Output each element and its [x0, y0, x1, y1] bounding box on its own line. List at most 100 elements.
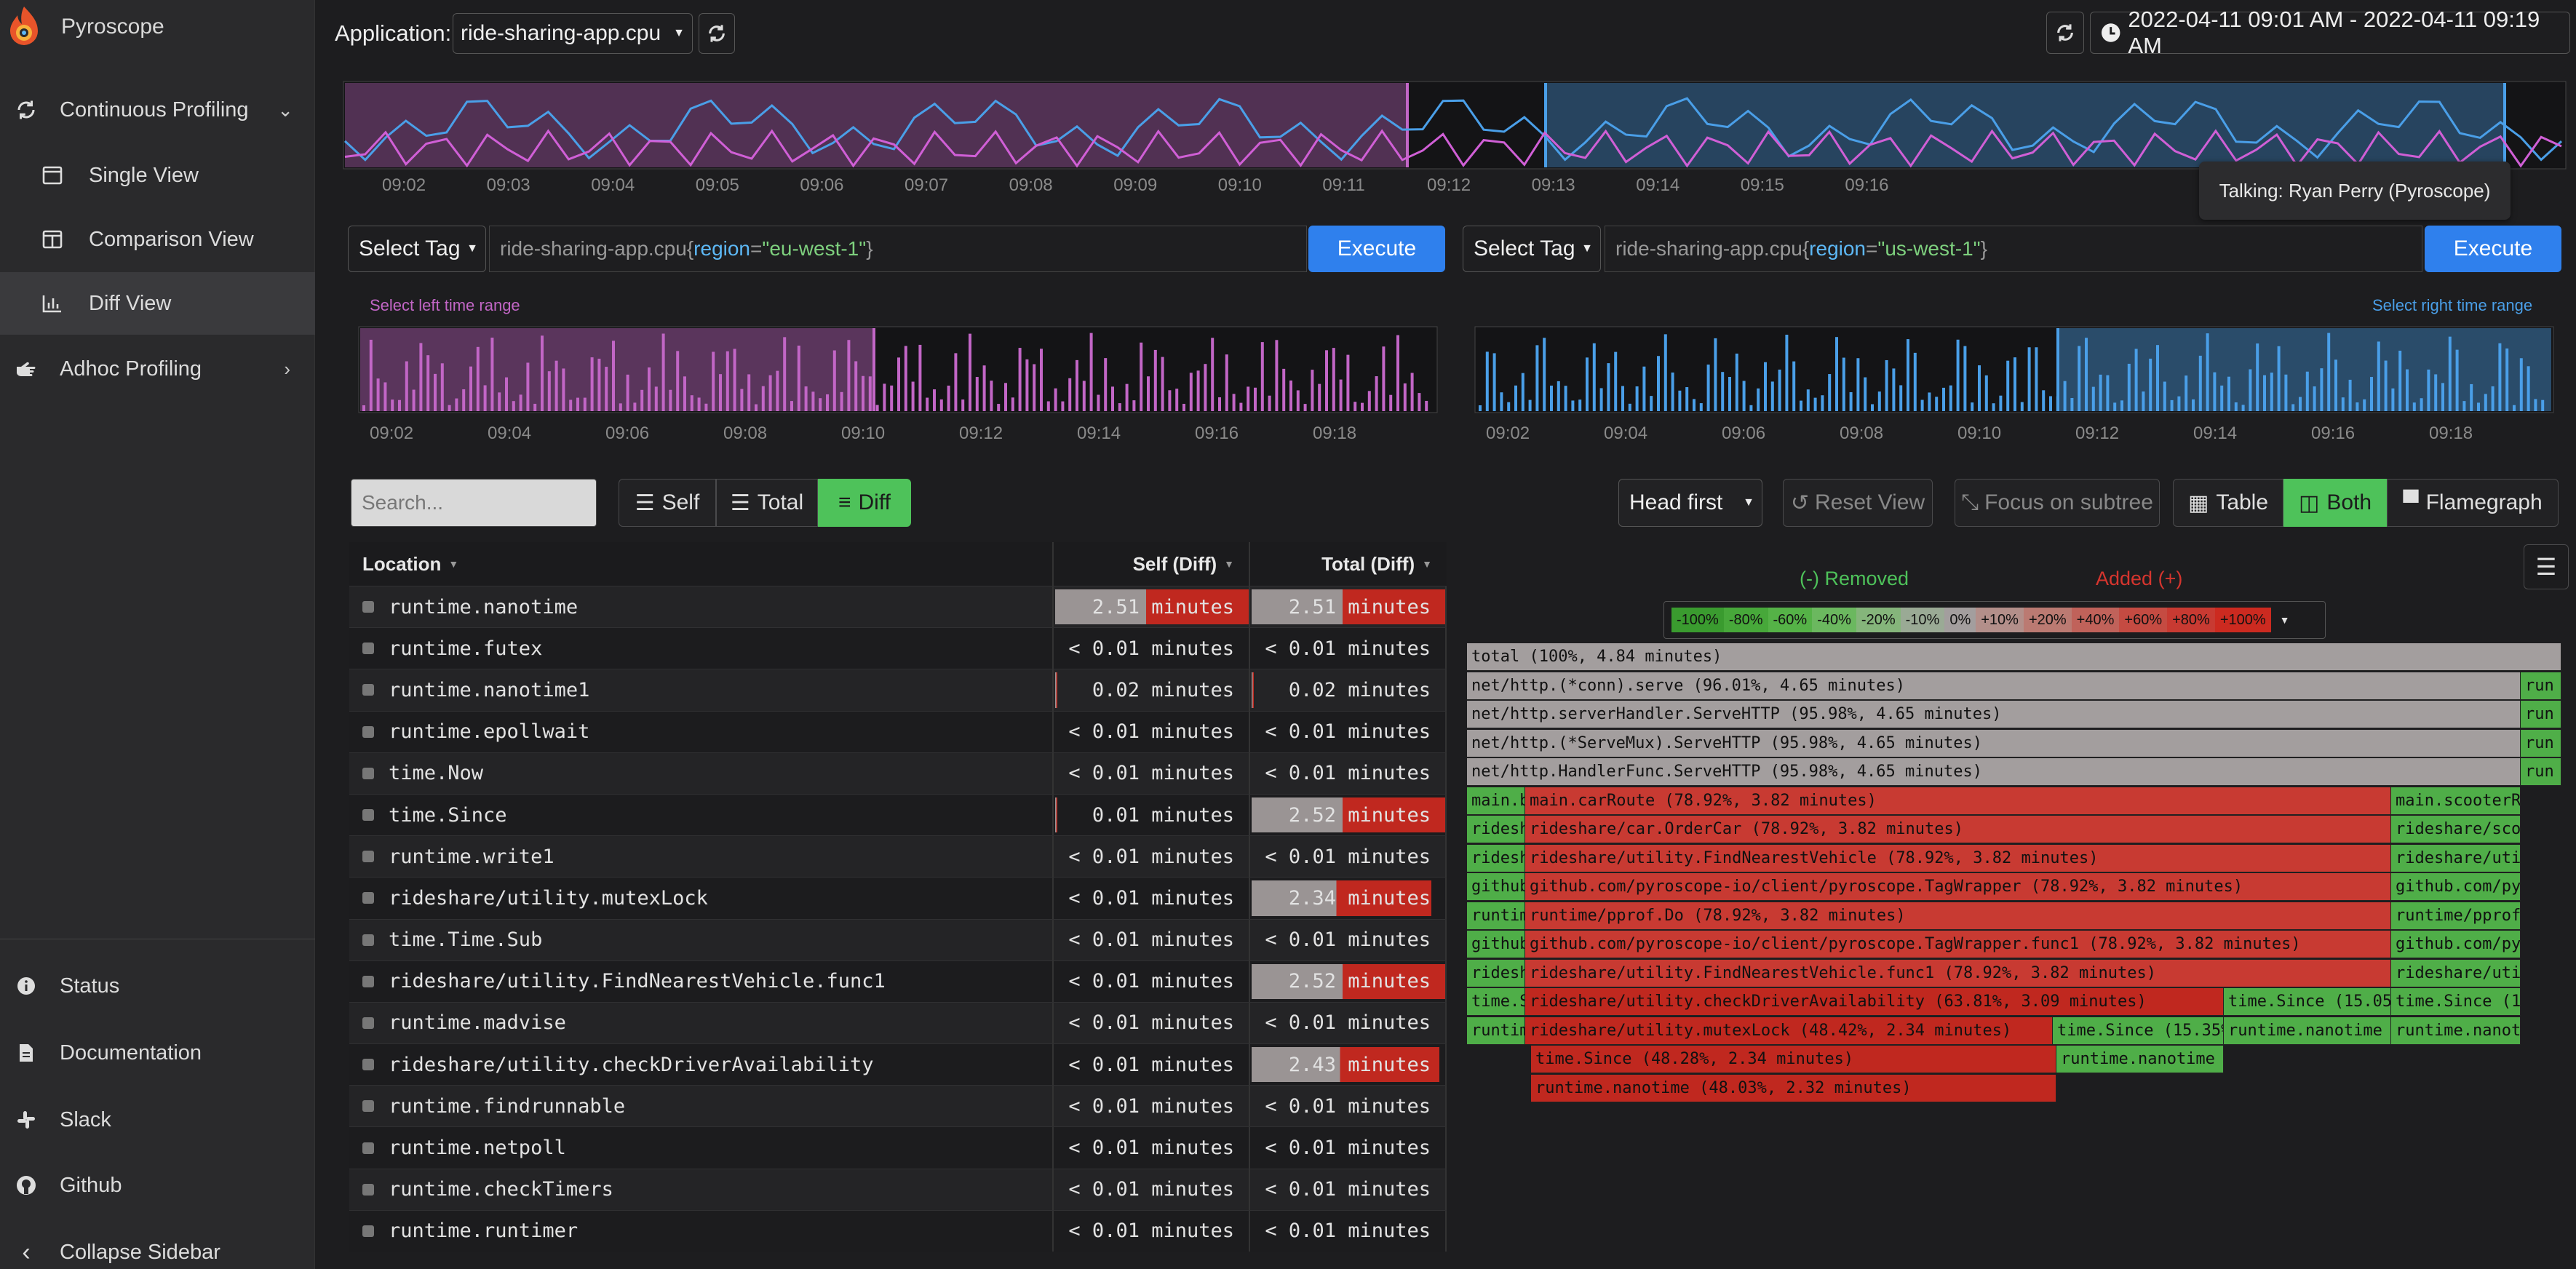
- reset-view-button[interactable]: ↺ Reset View: [1783, 479, 1933, 527]
- flamegraph-node[interactable]: main.b: [1467, 787, 1525, 815]
- table-row[interactable]: runtime.netpoll < 0.01 minutes < 0.01 minu…: [349, 1126, 1447, 1169]
- flamegraph-node[interactable]: runtim: [1467, 1017, 1525, 1045]
- sync-icon: [15, 98, 38, 122]
- flamegraph-node[interactable]: runtim: [1467, 902, 1525, 930]
- sidebar-item-continuous-profiling[interactable]: Continuous Profiling ⌄: [0, 79, 315, 141]
- flamegraph-node[interactable]: github: [1467, 873, 1525, 901]
- table-row[interactable]: time.Since 0.01 minutes 2.52 minutes: [349, 793, 1447, 836]
- flamegraph-node[interactable]: total (100%, 4.84 minutes): [1467, 643, 2561, 671]
- sidebar-item-slack[interactable]: Slack: [0, 1089, 315, 1151]
- flamegraph-node[interactable]: github.com/pyr: [2391, 873, 2521, 901]
- total-view-button[interactable]: ☰ Total: [716, 479, 818, 527]
- flamegraph-node[interactable]: net/http.HandlerFunc.ServeHTTP (95.98%, …: [1467, 758, 2521, 786]
- left-select-tag[interactable]: Select Tag ▼: [348, 226, 486, 272]
- flamegraph-node[interactable]: runtime.nanotime (: [2224, 1017, 2391, 1045]
- table-view-button[interactable]: ▦ Table: [2173, 479, 2283, 527]
- flamegraph-node[interactable]: time.Since (11: [2391, 988, 2521, 1016]
- sidebar-item-documentation[interactable]: Documentation: [0, 1022, 315, 1084]
- sidebar-item-github[interactable]: Github: [0, 1154, 315, 1217]
- flamegraph-node[interactable]: rideshare/utility.checkDriverAvailabilit…: [1525, 988, 2224, 1016]
- sidebar-item-diff-view[interactable]: Diff View: [0, 272, 315, 335]
- flamegraph-node[interactable]: runtime.nanotime (48.03%, 2.32 minutes): [1531, 1074, 2056, 1102]
- table-row[interactable]: rideshare/utility.checkDriverAvailabilit…: [349, 1043, 1447, 1086]
- flamegraph-node[interactable]: time.Since (15.35%: [2053, 1017, 2224, 1045]
- refresh-button[interactable]: [2046, 12, 2084, 54]
- time-range-picker[interactable]: 2022-04-11 09:01 AM - 2022-04-11 09:19 A…: [2090, 7, 2570, 58]
- flamegraph-node[interactable]: time.Since (15.05%: [2224, 988, 2391, 1016]
- flamegraph-node[interactable]: main.carRoute (78.92%, 3.82 minutes): [1525, 787, 2391, 815]
- table-row[interactable]: time.Now < 0.01 minutes < 0.01 minutes: [349, 752, 1447, 794]
- right-timeline[interactable]: 09:02 09:04 09:06 09:08 09:10 09:12 09:14 09:16…: [1474, 326, 2556, 450]
- flamegraph-node[interactable]: net/http.(*conn).serve (96.01%, 4.65 min…: [1467, 672, 2521, 700]
- column-header-location[interactable]: Location ▼: [349, 542, 1054, 586]
- table-row[interactable]: runtime.nanotime 2.51 minutes 2.51 minutes: [349, 586, 1447, 628]
- left-range-selection[interactable]: [360, 328, 874, 411]
- flamegraph-node[interactable]: github.com/pyroscope-io/client/pyroscope…: [1525, 931, 2391, 958]
- flamegraph-node[interactable]: runtime/pprof.Do (78.92%, 3.82 minutes): [1525, 902, 2391, 930]
- diff-view-button[interactable]: ≡ Diff: [818, 479, 911, 527]
- table-row[interactable]: runtime.write1 < 0.01 minutes < 0.01 minut…: [349, 835, 1447, 878]
- right-range-selection[interactable]: [2058, 328, 2551, 411]
- focus-subtree-button[interactable]: ⤡ Focus on subtree: [1955, 479, 2160, 527]
- search-input[interactable]: Search...: [351, 479, 597, 527]
- table-row[interactable]: runtime.futex < 0.01 minutes < 0.01 minute…: [349, 627, 1447, 669]
- flamegraph-node[interactable]: main.scooterRo: [2391, 787, 2521, 815]
- flamegraph-menu-button[interactable]: ☰: [2524, 544, 2569, 589]
- table-row[interactable]: runtime.findrunnable < 0.01 minutes < 0.01…: [349, 1085, 1447, 1127]
- refresh-apps-button[interactable]: [699, 13, 735, 54]
- flamegraph-node[interactable]: run: [2521, 729, 2561, 757]
- table-row[interactable]: runtime.runtimer < 0.01 minutes < 0.01 min…: [349, 1209, 1447, 1252]
- flamegraph-view-button[interactable]: ▀ Flamegraph: [2387, 479, 2559, 527]
- flamegraph[interactable]: total (100%, 4.84 minutes) net/http.(*con…: [1467, 643, 2561, 1109]
- table-row[interactable]: runtime.nanotime1 0.02 minutes 0.02 minute…: [349, 669, 1447, 711]
- column-header-total[interactable]: Total (Diff) ▼: [1250, 542, 1447, 586]
- both-view-button[interactable]: ◫ Both: [2283, 479, 2387, 527]
- application-select[interactable]: ride-sharing-app.cpu ▼: [453, 13, 693, 54]
- flamegraph-node[interactable]: runtime.nanotime (: [2056, 1046, 2224, 1073]
- flamegraph-node[interactable]: rideshare/util: [2391, 959, 2521, 987]
- flamegraph-node[interactable]: rideshare/utility.mutexLock (48.42%, 2.3…: [1525, 1017, 2053, 1045]
- table-row[interactable]: rideshare/utility.mutexLock < 0.01 minute…: [349, 877, 1447, 919]
- flamegraph-node[interactable]: net/http.(*ServeMux).ServeHTTP (95.98%, …: [1467, 729, 2521, 757]
- flamegraph-node[interactable]: ridesh: [1467, 844, 1525, 872]
- flamegraph-node[interactable]: run: [2521, 758, 2561, 786]
- left-execute-button[interactable]: Execute: [1308, 226, 1445, 272]
- left-timeline[interactable]: 09:02 09:04 09:06 09:08 09:10 09:12 09:14 09:16…: [358, 326, 1439, 450]
- right-execute-button[interactable]: Execute: [2425, 226, 2561, 272]
- brand-row[interactable]: Pyroscope: [0, 0, 314, 54]
- flamegraph-node[interactable]: ridesh: [1467, 816, 1525, 843]
- flamegraph-node[interactable]: runtime.nanoti: [2391, 1017, 2521, 1045]
- flamegraph-node[interactable]: github.com/pyr: [2391, 931, 2521, 958]
- sidebar-item-collapse[interactable]: ‹ Collapse Sidebar: [0, 1221, 315, 1269]
- flamegraph-node[interactable]: github.com/pyroscope-io/client/pyroscope…: [1525, 873, 2391, 901]
- table-row[interactable]: runtime.checkTimers < 0.01 minutes < 0.01 …: [349, 1168, 1447, 1210]
- table-row[interactable]: time.Time.Sub < 0.01 minutes < 0.01 minute…: [349, 918, 1447, 960]
- sidebar-item-adhoc-profiling[interactable]: Adhoc Profiling ›: [0, 338, 315, 400]
- flamegraph-node[interactable]: run: [2521, 672, 2561, 700]
- flamegraph-node[interactable]: rideshare/utility.FindNearestVehicle (78…: [1525, 844, 2391, 872]
- flamegraph-node[interactable]: runtime/pprof.: [2391, 902, 2521, 930]
- self-view-button[interactable]: ☰ Self: [619, 479, 716, 527]
- table-row[interactable]: rideshare/utility.FindNearestVehicle.fun…: [349, 960, 1447, 1002]
- left-query-input[interactable]: ride-sharing-app.cpu{region = "eu-west-1"}: [489, 226, 1307, 272]
- sidebar-item-single-view[interactable]: Single View: [0, 144, 315, 207]
- sidebar-item-comparison-view[interactable]: Comparison View: [0, 208, 315, 271]
- right-select-tag[interactable]: Select Tag ▼: [1463, 226, 1601, 272]
- flamegraph-node[interactable]: rideshare/util: [2391, 844, 2521, 872]
- table-row[interactable]: runtime.madvise < 0.01 minutes < 0.01 minu…: [349, 1001, 1447, 1044]
- flamegraph-node[interactable]: rideshare/utility.FindNearestVehicle.fun…: [1525, 959, 2391, 987]
- flamegraph-node[interactable]: time.S: [1467, 988, 1525, 1016]
- flamegraph-node[interactable]: ridesh: [1467, 959, 1525, 987]
- flamegraph-node[interactable]: rideshare/scoo: [2391, 816, 2521, 843]
- column-header-self[interactable]: Self (Diff) ▼: [1054, 542, 1250, 586]
- flamegraph-node[interactable]: github: [1467, 931, 1525, 958]
- flamegraph-node[interactable]: time.Since (48.28%, 2.34 minutes): [1531, 1046, 2056, 1073]
- view-order-select[interactable]: Head first ▼: [1618, 479, 1762, 527]
- table-row[interactable]: runtime.epollwait < 0.01 minutes < 0.01 mi…: [349, 710, 1447, 752]
- flamegraph-node[interactable]: run: [2521, 701, 2561, 728]
- diff-legend-scale[interactable]: -100% -80% -60% -40% -20% -10% 0% +10% +20% +40% +…: [1663, 601, 2326, 639]
- flamegraph-node[interactable]: rideshare/car.OrderCar (78.92%, 3.82 min…: [1525, 816, 2391, 843]
- flamegraph-node[interactable]: net/http.serverHandler.ServeHTTP (95.98%…: [1467, 701, 2521, 728]
- right-query-input[interactable]: ride-sharing-app.cpu{region = "us-west-1"}: [1605, 226, 2422, 272]
- sidebar-item-status[interactable]: Status: [0, 955, 315, 1017]
